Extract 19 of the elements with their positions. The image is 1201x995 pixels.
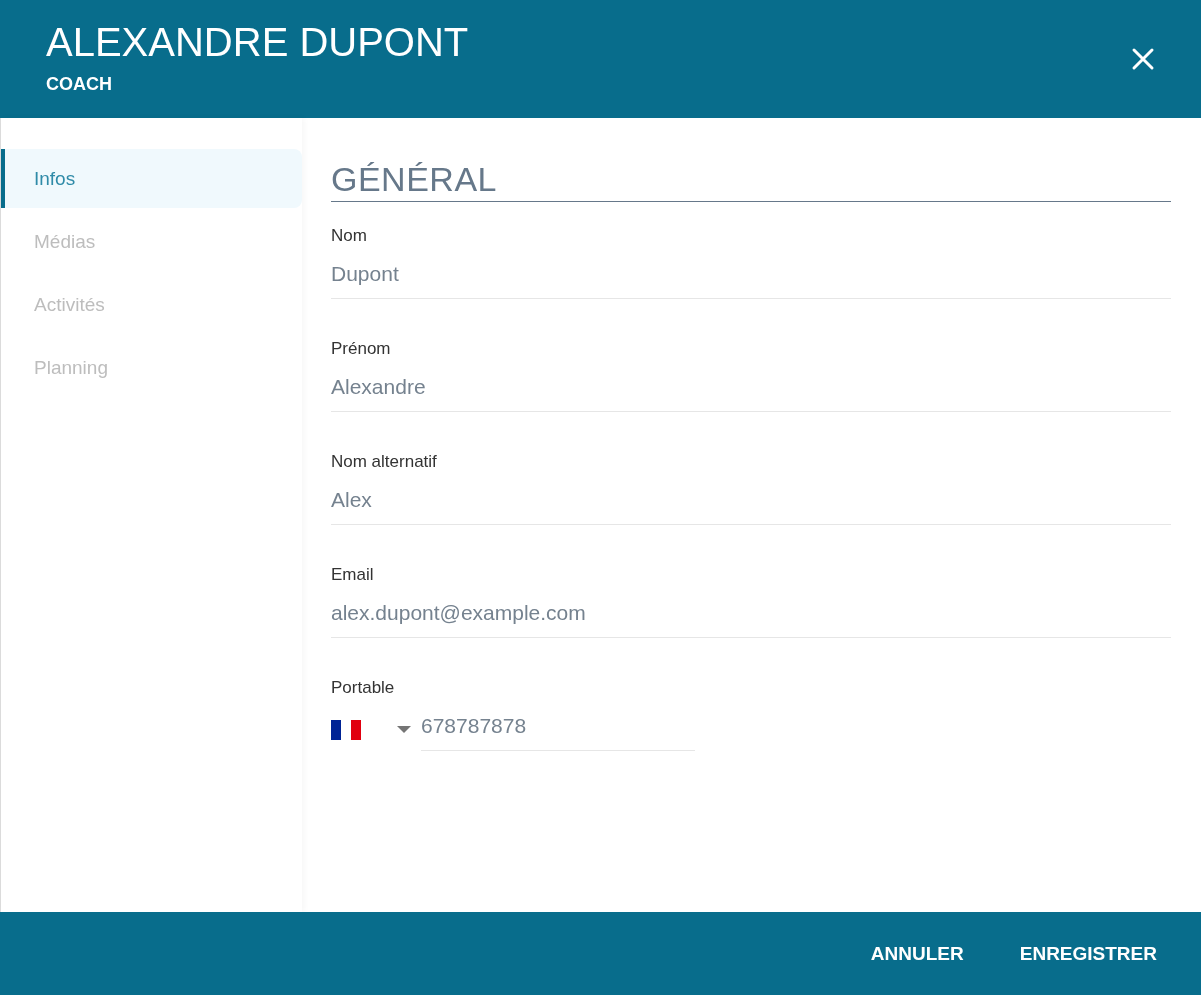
caret-icon [397, 725, 411, 734]
dialog-subtitle: COACH [46, 73, 113, 95]
field-label: Nom [331, 226, 368, 246]
input-field[interactable]: alex.dupont@example.com [331, 595, 1171, 638]
field-label: Prénom [331, 339, 392, 359]
dialog-title: ALEXANDRE DUPONT [46, 18, 469, 66]
input-field[interactable]: Dupont [331, 256, 1171, 299]
field-label: Email [331, 565, 375, 585]
input-field[interactable]: Alex [331, 482, 1171, 525]
field-label: Portable [331, 678, 396, 698]
footer-button[interactable]: ENREGISTRER [1003, 932, 1173, 975]
section-title: GÉNÉRAL [331, 160, 1171, 202]
flag-icon [331, 719, 361, 740]
close-icon [1131, 47, 1155, 71]
sidebar-tab[interactable]: Infos [1, 149, 302, 208]
field-label: Nom alternatif [331, 452, 438, 472]
phone-input[interactable]: 678787878 [421, 708, 695, 751]
footer-button[interactable]: ANNULER [854, 932, 980, 975]
input-field[interactable]: Alexandre [331, 369, 1171, 412]
